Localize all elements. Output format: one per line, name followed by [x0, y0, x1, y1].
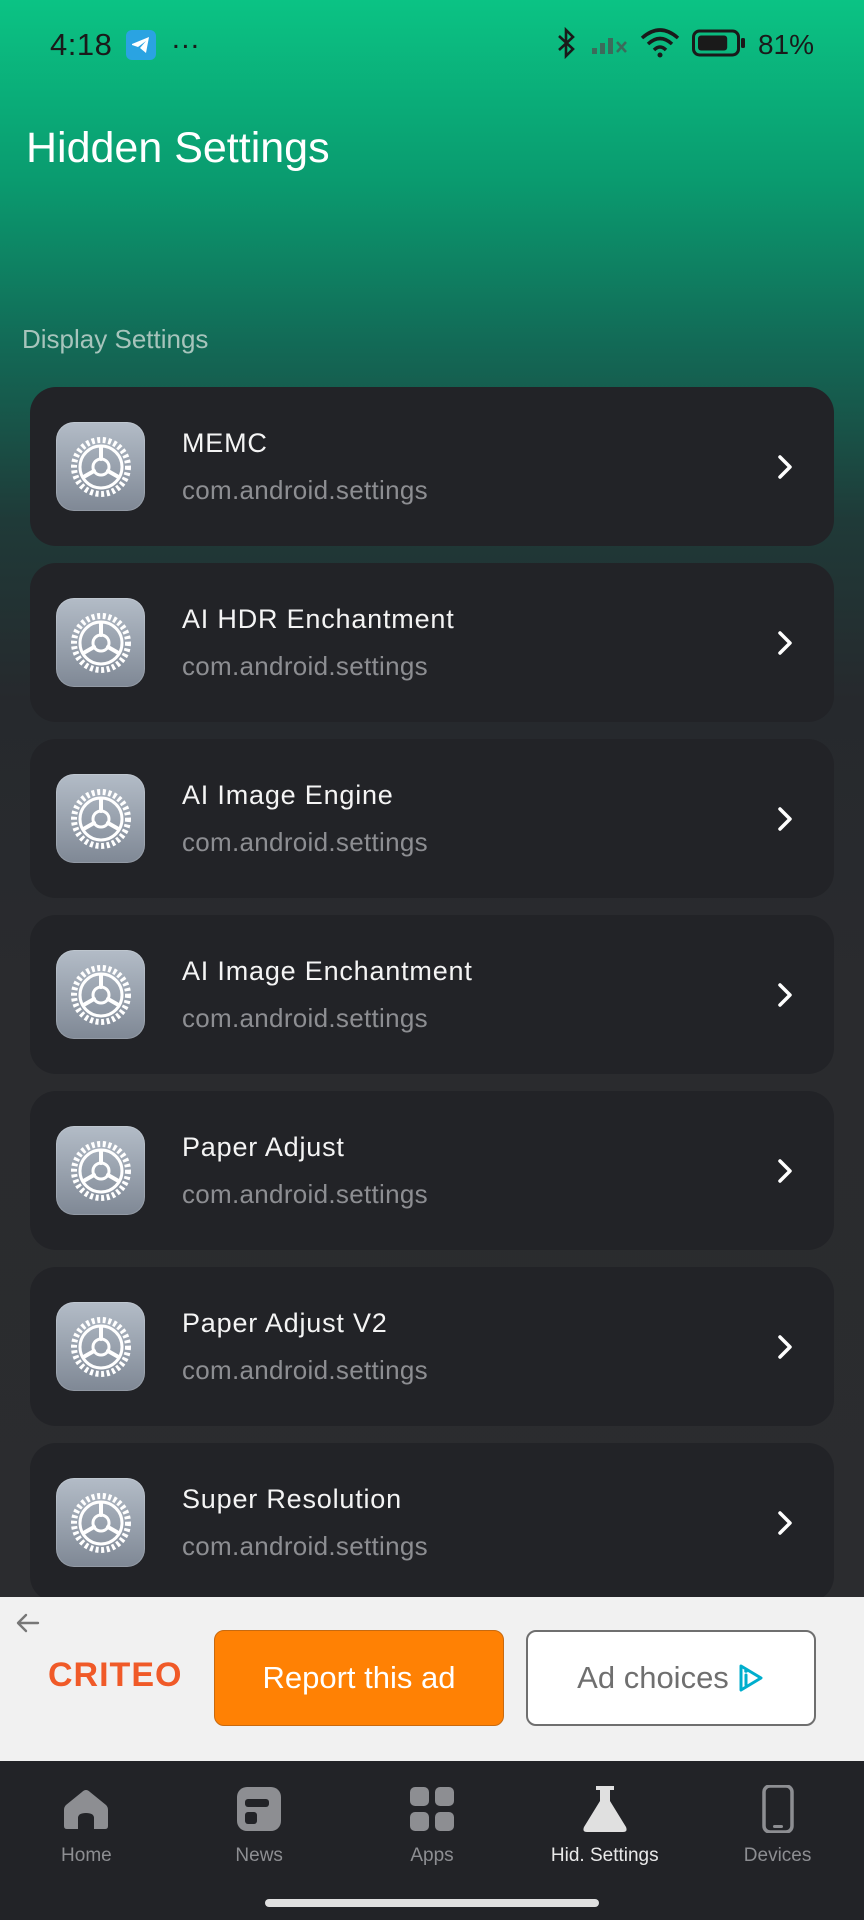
settings-list: MEMC com.android.settings AI HDR Enchant… [30, 387, 834, 1619]
nav-item-devices[interactable]: Devices [698, 1761, 858, 1920]
list-item-title: AI HDR Enchantment [182, 603, 455, 634]
ad-choices-label: Ad choices [577, 1660, 729, 1695]
list-item-text: MEMC com.android.settings [182, 428, 428, 506]
list-item[interactable]: AI Image Enchantment com.android.setting… [30, 915, 834, 1074]
phone-icon [754, 1785, 802, 1833]
list-item[interactable]: AI Image Engine com.android.settings [30, 739, 834, 898]
list-item-package: com.android.settings [182, 474, 428, 505]
list-item[interactable]: Super Resolution com.android.settings [30, 1443, 834, 1602]
list-item-title: MEMC [182, 427, 268, 458]
section-label: Display Settings [22, 324, 209, 354]
nav-label: Apps [410, 1845, 454, 1866]
list-item[interactable]: Paper Adjust V2 com.android.settings [30, 1267, 834, 1426]
list-item-package: com.android.settings [182, 650, 428, 681]
nav-item-hidden-settings[interactable]: Hid. Settings [525, 1761, 685, 1920]
home-icon [62, 1785, 110, 1833]
list-item[interactable]: Paper Adjust com.android.settings [30, 1091, 834, 1250]
list-item[interactable]: MEMC com.android.settings [30, 387, 834, 546]
page-title: Hidden Settings [26, 124, 330, 172]
report-ad-button[interactable]: Report this ad [214, 1630, 504, 1726]
chevron-right-icon [778, 1158, 792, 1183]
news-icon [235, 1785, 283, 1833]
bottom-nav: Home News Apps Hid. Settings Devices [0, 1761, 864, 1920]
list-item-package: com.android.settings [182, 1530, 428, 1561]
chevron-right-icon [778, 1334, 792, 1359]
list-item-text: Super Resolution com.android.settings [182, 1484, 428, 1562]
list-item-title: AI Image Engine [182, 779, 394, 810]
list-item-title: Paper Adjust [182, 1131, 345, 1162]
apps-icon [408, 1785, 456, 1833]
list-item-text: AI HDR Enchantment com.android.settings [182, 604, 455, 682]
chevron-right-icon [778, 982, 792, 1007]
list-item-package: com.android.settings [182, 1354, 428, 1385]
settings-gear-icon [56, 598, 145, 687]
settings-gear-icon [56, 1478, 145, 1567]
settings-gear-icon [56, 1302, 145, 1391]
wifi-icon [640, 27, 680, 63]
settings-gear-icon [56, 1126, 145, 1215]
signal-icon [590, 30, 628, 61]
list-item-package: com.android.settings [182, 826, 428, 857]
nav-label: News [235, 1845, 283, 1866]
bluetooth-icon [556, 26, 578, 64]
list-item-text: Paper Adjust com.android.settings [182, 1132, 428, 1210]
list-item-package: com.android.settings [182, 1178, 428, 1209]
list-item-title: AI Image Enchantment [182, 955, 473, 986]
more-notifications-icon: … [170, 22, 203, 55]
battery-icon [691, 29, 746, 62]
list-item-title: Super Resolution [182, 1483, 402, 1514]
status-bar: 4:18 … 81% [0, 0, 864, 90]
criteo-logo[interactable]: CRITEO [48, 1656, 182, 1695]
battery-percentage: 81% [757, 29, 814, 60]
chevron-right-icon [778, 1510, 792, 1535]
settings-gear-icon [56, 422, 145, 511]
list-item-title: Paper Adjust V2 [182, 1307, 388, 1338]
arrow-left-icon[interactable] [14, 1609, 42, 1637]
chevron-right-icon [778, 630, 792, 655]
chevron-right-icon [778, 454, 792, 479]
chevron-right-icon [778, 806, 792, 831]
ad-choices-button[interactable]: Ad choices [526, 1630, 816, 1726]
nav-label: Home [61, 1845, 112, 1866]
list-item[interactable]: AI HDR Enchantment com.android.settings [30, 563, 834, 722]
nav-label: Devices [743, 1845, 812, 1866]
flask-icon [581, 1785, 629, 1833]
list-item-text: AI Image Engine com.android.settings [182, 780, 428, 858]
status-right: 81% [556, 26, 814, 64]
nav-item-apps[interactable]: Apps [352, 1761, 512, 1920]
status-time: 4:18 [50, 27, 113, 62]
settings-gear-icon [56, 774, 145, 863]
nav-item-home[interactable]: Home [6, 1761, 166, 1920]
home-indicator[interactable] [265, 1899, 599, 1907]
nav-label: Hid. Settings [550, 1845, 659, 1866]
telegram-icon [126, 30, 157, 60]
list-item-text: Paper Adjust V2 com.android.settings [182, 1308, 428, 1386]
adchoices-icon [739, 1664, 763, 1692]
list-item-package: com.android.settings [182, 1002, 428, 1033]
settings-gear-icon [56, 950, 145, 1039]
status-left: 4:18 … [50, 22, 202, 63]
nav-item-news[interactable]: News [179, 1761, 339, 1920]
list-item-text: AI Image Enchantment com.android.setting… [182, 956, 473, 1034]
